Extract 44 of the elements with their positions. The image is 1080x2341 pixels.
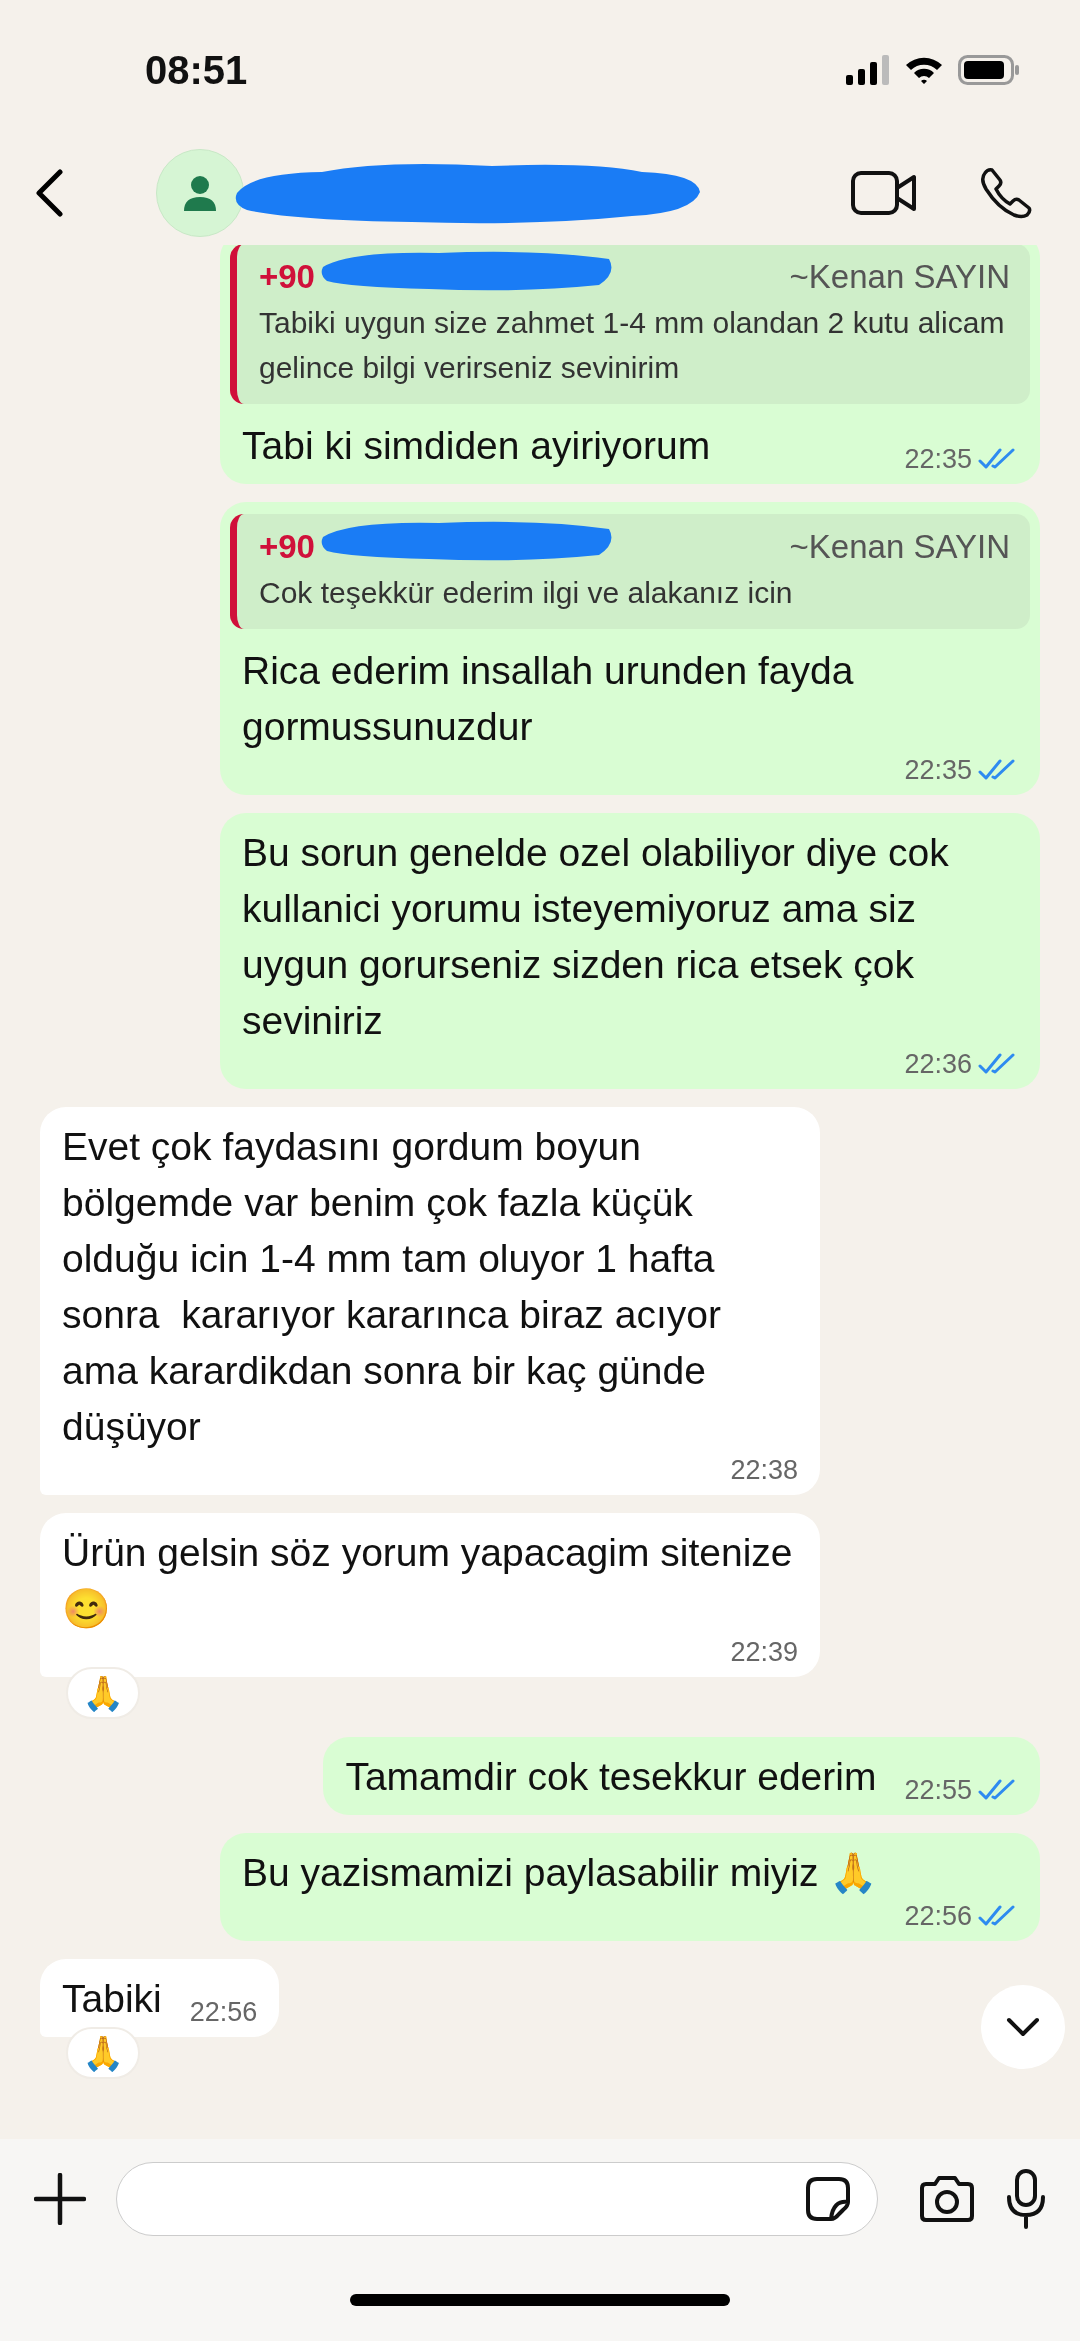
- message-bubble[interactable]: Evet çok faydasını gordum boyun bölgemde var benim çok fazla küçük olduğu icin 1-4 mm tam oluyor 1 hafta sonra kararıyor kararınca biraz acıyor ama karardikdan sonra bir kaç günde düşüyor 22:38: [40, 1107, 820, 1495]
- message-text: Evet çok faydasını gordum boyun bölgemde var benim çok fazla küçük olduğu icin 1-4 mm tam oluyor 1 hafta sonra kararıyor kararınca biraz acıyor ama karardikdan sonra bir kaç günde düşüyor: [62, 1124, 722, 1450]
- message-time: 22:35: [904, 755, 972, 785]
- message-text: Ürün gelsin söz yorum yapacagim sitenize 😊: [62, 1530, 794, 1632]
- message-bubble[interactable]: Tamamdir cok tesekkur ederim 22:55: [323, 1737, 1040, 1815]
- status-time: 08:51: [145, 47, 248, 93]
- microphone-icon[interactable]: [1006, 2169, 1046, 2229]
- message-text: Tabi ki simdiden ayiriyorum: [242, 423, 711, 469]
- message-text: Bu sorun genelde ozel olabiliyor diye cok kullanici yorumu isteyemiyoruz ama siz uygun gorurseniz sizden rica etsek çok seviniriz: [242, 830, 950, 1044]
- message-text: Bu yazismamizi paylasabilir miyiz 🙏: [242, 1850, 879, 1896]
- signal-icon: [846, 55, 890, 85]
- message-time: 22:56: [189, 1997, 258, 2027]
- quoted-message[interactable]: +90 ~Kenan SAYIN Tabiki uygun size zahmet 1-4 mm olandan 2 kutu alicam gelince bilgi verirseniz sevinirim: [230, 245, 1030, 404]
- sticker-icon[interactable]: [805, 2176, 851, 2222]
- message-bubble[interactable]: +90 ~Kenan SAYIN Cok teşekkür ederim ilgi ve alakanız icin Rica ederim insallah urunden fayda gormussunuzdur 22:35: [220, 502, 1040, 795]
- message-bubble[interactable]: +90 ~Kenan SAYIN Tabiki uygun size zahmet 1-4 mm olandan 2 kutu alicam gelince bilgi verirseniz sevinirim Tabi ki simdiden ayiriyorum 22:35: [220, 245, 1040, 484]
- message-bubble[interactable]: Bu yazismamizi paylasabilir miyiz 🙏 22:56: [220, 1833, 1040, 1941]
- message-time: 22:38: [730, 1455, 798, 1485]
- quote-text: Tabiki uygun size zahmet 1-4 mm olandan 2 kutu alicam gelince bilgi verirseniz sevinirim: [259, 305, 1006, 386]
- wifi-icon: [904, 55, 944, 85]
- message-time: 22:55: [904, 1775, 972, 1805]
- message-bubble[interactable]: Tabiki 22:56: [40, 1959, 280, 2037]
- message-time: 22:39: [730, 1637, 798, 1667]
- quote-sender: +90: [259, 258, 315, 296]
- quote-author: ~Kenan SAYIN: [789, 528, 1010, 566]
- quote-text: Cok teşekkür ederim ilgi ve alakanız icin: [259, 575, 794, 611]
- message-bubble[interactable]: Bu sorun genelde ozel olabiliyor diye cok kullanici yorumu isteyemiyoruz ama siz uygun gorurseniz sizden rica etsek çok seviniriz 22:36: [220, 813, 1040, 1089]
- camera-icon[interactable]: [918, 2176, 976, 2222]
- add-icon[interactable]: [34, 2173, 86, 2225]
- video-call-icon[interactable]: [850, 169, 918, 216]
- quote-sender: +90: [259, 528, 315, 566]
- message-bubble[interactable]: Ürün gelsin söz yorum yapacagim sitenize 😊 22:39: [40, 1513, 820, 1677]
- quoted-message[interactable]: +90 ~Kenan SAYIN Cok teşekkür ederim ilgi ve alakanız icin: [230, 514, 1030, 629]
- message-text: Tabiki: [62, 1976, 162, 2022]
- message-time: 22:36: [904, 1049, 972, 1079]
- back-icon[interactable]: [34, 168, 64, 217]
- message-text: Rica ederim insallah urunden fayda gormussunuzdur: [242, 648, 855, 750]
- message-text: Tamamdir cok tesekkur ederim: [345, 1754, 877, 1800]
- message-time: 22:56: [904, 1901, 972, 1931]
- battery-icon: [958, 55, 1020, 85]
- chevron-down-icon: [1006, 2017, 1040, 2037]
- phone-icon[interactable]: [980, 166, 1032, 219]
- quote-author: ~Kenan SAYIN: [789, 258, 1010, 296]
- message-time: 22:35: [904, 444, 972, 474]
